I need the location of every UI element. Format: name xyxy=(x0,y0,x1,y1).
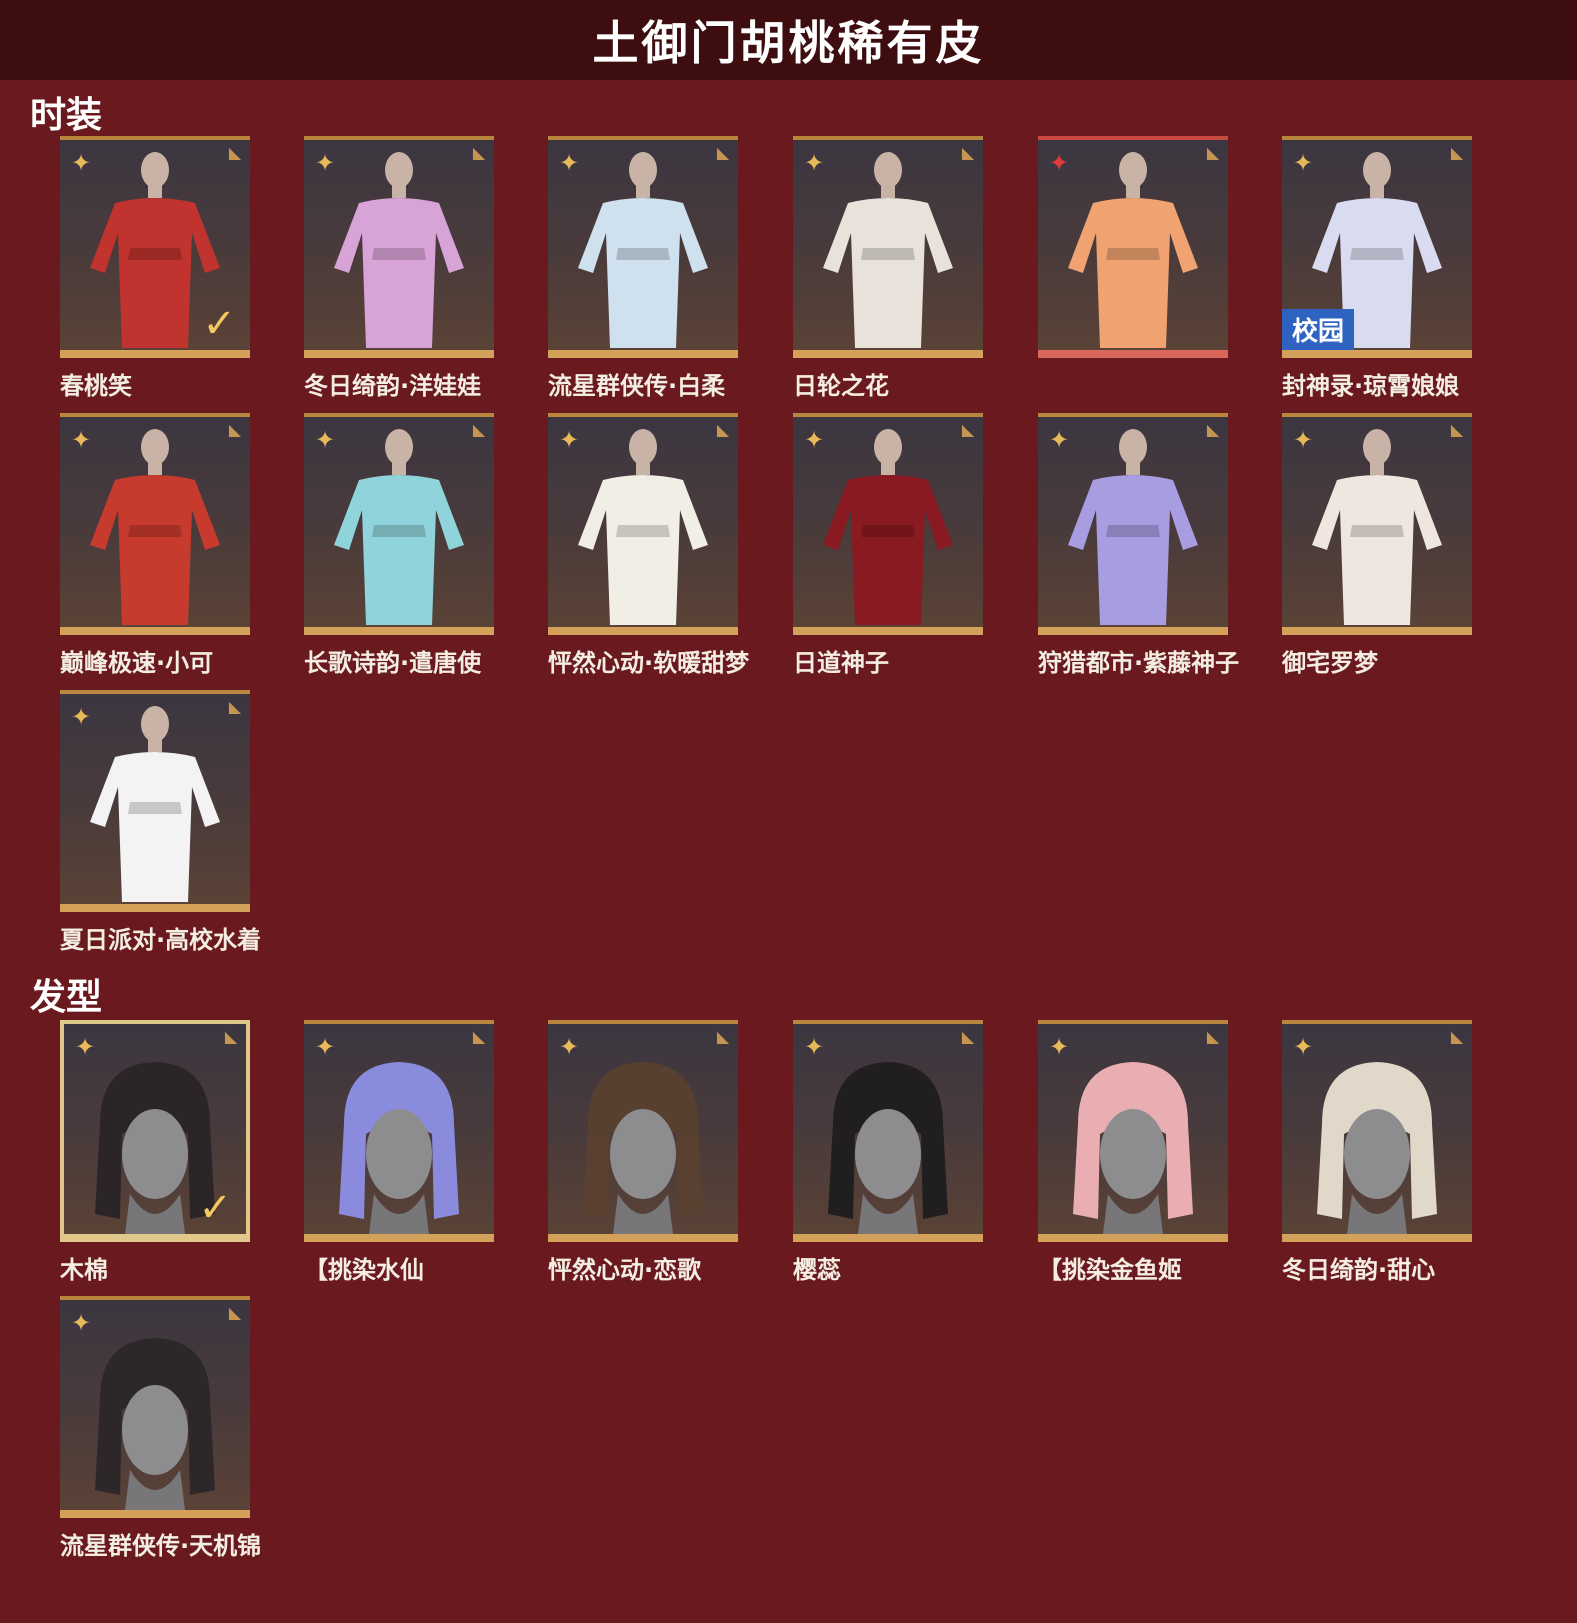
item-thumbnail[interactable]: ✦ ◣ xyxy=(60,690,250,912)
item-thumbnail[interactable]: ✦ ◣ xyxy=(793,1020,983,1242)
costume-preview-image xyxy=(803,148,973,350)
item-thumbnail[interactable]: ✦ ◣ ✓ xyxy=(60,136,250,358)
hairstyle-item[interactable]: ✦ ◣ 【挑染金鱼姬 xyxy=(1038,1020,1268,1285)
item-name-label: 【挑染金鱼姬 xyxy=(1038,1256,1182,1284)
item-name-label: 樱蕊 xyxy=(793,1256,841,1284)
item-name-label: 日道神子 xyxy=(793,649,889,677)
item-name-label: 日轮之花 xyxy=(793,372,889,400)
item-thumbnail[interactable]: ✦ ◣ xyxy=(1282,1020,1472,1242)
costume-preview-image xyxy=(70,702,240,904)
item-name-label: 流星群侠传·白柔 xyxy=(548,372,726,400)
checkmark-icon: ✓ xyxy=(198,1185,232,1231)
item-name-label: 冬日绮韵·洋娃娃 xyxy=(304,372,482,400)
item-thumbnail[interactable]: ✦ ◣ xyxy=(793,413,983,635)
item-name-label: 怦然心动·软暖甜梦 xyxy=(548,649,750,677)
hairstyle-preview-image xyxy=(1292,1044,1462,1234)
hairstyle-preview-image xyxy=(314,1044,484,1234)
costume-item[interactable]: ✦ ◣ 夏日派对·高校水着 xyxy=(60,690,290,955)
item-name-label: 流星群侠传·天机锦 xyxy=(60,1532,262,1560)
item-thumbnail[interactable]: ✦ ◣ xyxy=(548,413,738,635)
item-name-label: 春桃笑 xyxy=(60,372,132,400)
item-name-label: 封神录·琼霄娘娘 xyxy=(1282,372,1460,400)
costume-preview-image xyxy=(803,425,973,627)
item-thumbnail[interactable]: ✦ ◣ xyxy=(304,136,494,358)
costume-item[interactable]: ✦ ◣ 日道神子 xyxy=(793,413,1023,678)
costume-preview-image xyxy=(70,425,240,627)
item-thumbnail[interactable]: ✦ ◣ xyxy=(304,1020,494,1242)
item-name-label: 长歌诗韵·遣唐使 xyxy=(304,649,482,677)
costume-preview-image xyxy=(1048,425,1218,627)
item-thumbnail[interactable]: ✦ ◣ xyxy=(304,413,494,635)
costume-item[interactable]: ✦ ◣ 长歌诗韵·遣唐使 xyxy=(304,413,534,678)
costume-item[interactable]: ✦ ◣ ✓ 春桃笑 xyxy=(60,136,290,401)
costume-preview-image xyxy=(558,148,728,350)
hairstyle-item[interactable]: ✦ ◣ 【挑染水仙 xyxy=(304,1020,534,1285)
costume-preview-image xyxy=(314,425,484,627)
hairstyle-preview-image xyxy=(803,1044,973,1234)
costume-item[interactable]: ✦ ◣ 怦然心动·软暖甜梦 xyxy=(548,413,778,678)
costume-preview-image xyxy=(558,425,728,627)
item-thumbnail[interactable]: ✦ ◣ ✓ xyxy=(60,1020,250,1242)
item-thumbnail[interactable]: ✦ ◣ 校园 xyxy=(1282,136,1472,358)
costume-preview-image xyxy=(314,148,484,350)
hairstyle-item[interactable]: ✦ ◣ 流星群侠传·天机锦 xyxy=(60,1296,290,1561)
item-thumbnail[interactable]: ✦ ◣ xyxy=(548,1020,738,1242)
item-name-label: 狩猎都市·紫藤神子 xyxy=(1038,649,1240,677)
item-name-label: 夏日派对·高校水着 xyxy=(60,926,262,954)
costume-item[interactable]: ✦ ◣ xyxy=(1038,136,1268,366)
hairstyle-preview-image xyxy=(1048,1044,1218,1234)
hairstyle-item[interactable]: ✦ ◣ ✓ 木棉 xyxy=(60,1020,290,1285)
item-name-label: 【挑染水仙 xyxy=(304,1256,424,1284)
item-name-label: 冬日绮韵·甜心 xyxy=(1282,1256,1436,1284)
costume-item[interactable]: ✦ ◣ 冬日绮韵·洋娃娃 xyxy=(304,136,534,401)
hairstyle-preview-image xyxy=(558,1044,728,1234)
section-title-hairstyles: 发型 xyxy=(30,977,103,1018)
item-thumbnail[interactable]: ✦ ◣ xyxy=(1038,413,1228,635)
page-title: 土御门胡桃稀有皮 xyxy=(592,16,985,70)
item-name-label: 御宅罗梦 xyxy=(1282,649,1378,677)
item-thumbnail[interactable]: ✦ ◣ xyxy=(1038,1020,1228,1242)
costume-item[interactable]: ✦ ◣ 校园封神录·琼霄娘娘 xyxy=(1282,136,1512,401)
item-name-label: 怦然心动·恋歌 xyxy=(548,1256,702,1284)
costume-item[interactable]: ✦ ◣ 狩猎都市·紫藤神子 xyxy=(1038,413,1268,678)
costume-item[interactable]: ✦ ◣ 御宅罗梦 xyxy=(1282,413,1512,678)
item-name-label: 巅峰极速·小可 xyxy=(60,649,214,677)
costume-item[interactable]: ✦ ◣ 日轮之花 xyxy=(793,136,1023,401)
hairstyle-item[interactable]: ✦ ◣ 冬日绮韵·甜心 xyxy=(1282,1020,1512,1285)
hairstyle-preview-image xyxy=(70,1320,240,1510)
hairstyle-item[interactable]: ✦ ◣ 怦然心动·恋歌 xyxy=(548,1020,778,1285)
title-bar: 土御门胡桃稀有皮 xyxy=(0,0,1577,80)
hairstyle-item[interactable]: ✦ ◣ 樱蕊 xyxy=(793,1020,1023,1285)
item-thumbnail[interactable]: ✦ ◣ xyxy=(1038,136,1228,358)
item-thumbnail[interactable]: ✦ ◣ xyxy=(60,1296,250,1518)
costume-preview-image xyxy=(1292,425,1462,627)
section-title-costumes: 时装 xyxy=(30,95,103,136)
costume-item[interactable]: ✦ ◣ 流星群侠传·白柔 xyxy=(548,136,778,401)
item-thumbnail[interactable]: ✦ ◣ xyxy=(793,136,983,358)
checkmark-icon: ✓ xyxy=(202,301,236,347)
campus-tag: 校园 xyxy=(1282,309,1355,350)
costume-item[interactable]: ✦ ◣ 巅峰极速·小可 xyxy=(60,413,290,678)
item-thumbnail[interactable]: ✦ ◣ xyxy=(1282,413,1472,635)
item-name-label: 木棉 xyxy=(60,1256,108,1284)
item-thumbnail[interactable]: ✦ ◣ xyxy=(548,136,738,358)
costume-preview-image xyxy=(1048,148,1218,350)
item-thumbnail[interactable]: ✦ ◣ xyxy=(60,413,250,635)
